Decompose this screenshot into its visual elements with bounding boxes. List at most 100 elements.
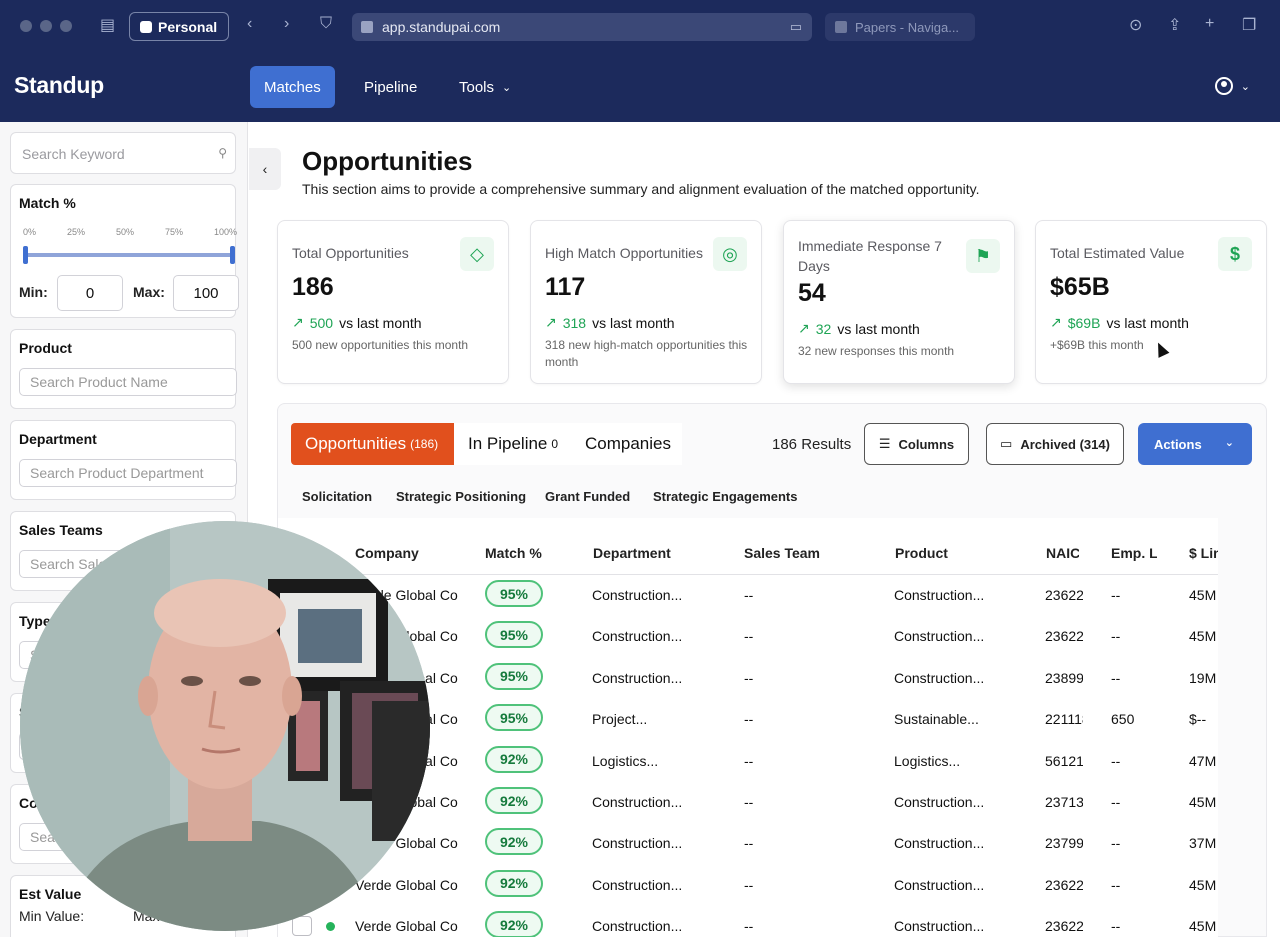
table-row[interactable]: Verde Global CoConstruction...--Construc… [278,906,1218,937]
product-search-input[interactable]: Search Product Name [19,368,237,396]
col-header-emp[interactable]: Emp. L [1111,545,1157,561]
shield-icon[interactable]: ⛉ [320,15,332,33]
tab-opportunities[interactable]: Opportunities (186) [291,423,454,465]
min-value-label: Min Value: [19,908,85,924]
subtab-strategic-positioning[interactable]: Strategic Positioning [396,489,526,504]
cell-lin: 45M [1189,587,1217,603]
subtab-strategic-engagements[interactable]: Strategic Engagements [653,489,798,504]
user-menu[interactable]: ⌄ [1214,77,1250,95]
user-avatar-icon [1214,77,1233,95]
col-header-product[interactable]: Product [895,545,948,561]
cell-department: Construction... [592,669,683,686]
col-header-match[interactable]: Match % [485,545,542,561]
cell-product: Construction... [894,628,985,645]
cell-emp: -- [1111,876,1121,893]
archived-button[interactable]: ▭ Archived (314) [986,423,1124,465]
kpi-delta: ↗ 32 vs last month [798,320,920,337]
cell-company[interactable]: Verde Global Co [355,877,458,893]
col-header-naic[interactable]: NAIC [1046,545,1079,561]
department-search-input[interactable]: Search Product Department [19,459,237,487]
new-tab-icon[interactable]: + [1205,15,1214,33]
col-header-department[interactable]: Department [593,545,671,561]
collapse-sidebar-button[interactable]: ‹ [249,148,281,190]
share-icon[interactable]: ⇪ [1168,15,1181,35]
minimize-window-button[interactable] [40,20,52,32]
cell-product: Construction... [894,918,985,935]
table-row[interactable]: Verde Global CoConstruction...--Construc… [278,575,1218,616]
kpi-delta: ↗ $69B vs last month [1050,314,1189,331]
zoom-window-button[interactable] [60,20,72,32]
cell-emp: -- [1111,628,1121,645]
table-row[interactable]: Verde Global CoConstruction...--Construc… [278,823,1218,864]
back-icon[interactable]: ‹ [247,15,252,33]
close-window-button[interactable] [20,20,32,32]
cell-naic: 23799 [1045,835,1083,852]
table-row[interactable]: Verde Global CoConstruction...--Construc… [278,616,1218,657]
kpi-immediate-response: Immediate Response 7 Days ⚑ 54 ↗ 32 vs l… [783,220,1015,384]
browser-tab[interactable]: Papers - Naviga... [825,13,975,41]
cell-emp: -- [1111,835,1121,852]
match-range-slider[interactable] [23,246,235,264]
brand-logo[interactable]: Standup [14,72,104,99]
actions-dropdown-button[interactable]: Actions ⌄ [1138,423,1252,465]
sidebar-toggle-icon[interactable]: ▤ [100,15,115,35]
match-max-input[interactable]: 100 [173,275,239,311]
cell-naic: 23899 [1045,669,1083,686]
match-filter: Match % 0% 25% 50% 75% 100% Min: 0 Max: … [10,184,239,318]
col-header-company[interactable]: Company [355,545,419,561]
status-dot-icon [326,922,335,932]
match-badge: 92% [485,911,543,937]
cell-sales-team: -- [744,794,754,810]
match-badge: 92% [485,828,543,856]
subtab-grant-funded[interactable]: Grant Funded [545,489,630,504]
cell-product: Construction... [894,587,985,603]
forward-icon[interactable]: › [284,15,289,33]
cell-sales-team: -- [744,669,754,686]
cell-product: Sustainable... [894,711,979,728]
cell-emp: -- [1111,918,1121,935]
kpi-high-match: High Match Opportunities ◎ 117 ↗ 318 vs … [530,220,762,384]
cell-emp: -- [1111,794,1121,810]
keyword-search-input[interactable]: Search Keyword ⚲ [10,132,236,174]
cell-sales-team: -- [744,587,754,603]
tab-overview-icon[interactable]: ❐ [1242,15,1256,35]
search-icon: ⚲ [218,146,227,160]
tab-companies[interactable]: Companies [572,423,682,465]
address-bar[interactable]: app.standupai.com ▭ [352,13,812,41]
reader-icon[interactable]: ▭ [790,19,802,35]
tab-in-pipeline[interactable]: In Pipeline 0 [454,423,572,465]
cell-naic: 23622 [1045,587,1083,603]
nav-tools[interactable]: Tools ⌄ [459,66,511,108]
cell-naic: 23622 [1045,918,1083,935]
row-checkbox[interactable] [292,916,312,937]
columns-button[interactable]: ☰ Columns [864,423,969,465]
window-controls[interactable] [20,20,72,32]
webcam-overlay [20,521,430,931]
tab-favicon-icon [835,21,847,33]
cell-company[interactable]: Verde Global Co [355,918,458,934]
slider-max-handle[interactable] [230,246,235,264]
cell-lin: 19M [1189,669,1217,686]
min-label: Min: [19,284,48,300]
col-header-lin[interactable]: $ Lin [1189,545,1218,561]
profile-button[interactable]: Personal [129,12,229,41]
nav-pipeline[interactable]: Pipeline [364,66,417,108]
download-icon[interactable]: ⊙ [1129,15,1142,35]
diamond-icon: ◇ [460,237,494,271]
match-min-input[interactable]: 0 [57,275,123,311]
cell-lin: 45M [1189,628,1217,645]
table-row[interactable]: Verde Global CoConstruction...--Construc… [278,865,1218,906]
cell-department: Project... [592,711,648,728]
slider-min-handle[interactable] [23,246,28,264]
cell-product: Construction... [894,876,985,893]
product-filter: Product Search Product Name [10,329,237,409]
app-header: Standup Matches Pipeline Tools ⌄ ⌄ [0,52,1280,122]
columns-icon: ☰ [878,436,891,451]
subtab-solicitation[interactable]: Solicitation [302,489,372,504]
nav-matches[interactable]: Matches [250,66,335,108]
match-badge: 92% [485,869,543,897]
cell-lin: 45M [1189,918,1217,935]
col-header-sales-team[interactable]: Sales Team [744,545,820,561]
archive-box-icon: ▭ [1000,436,1013,451]
match-badge: 92% [485,745,543,773]
